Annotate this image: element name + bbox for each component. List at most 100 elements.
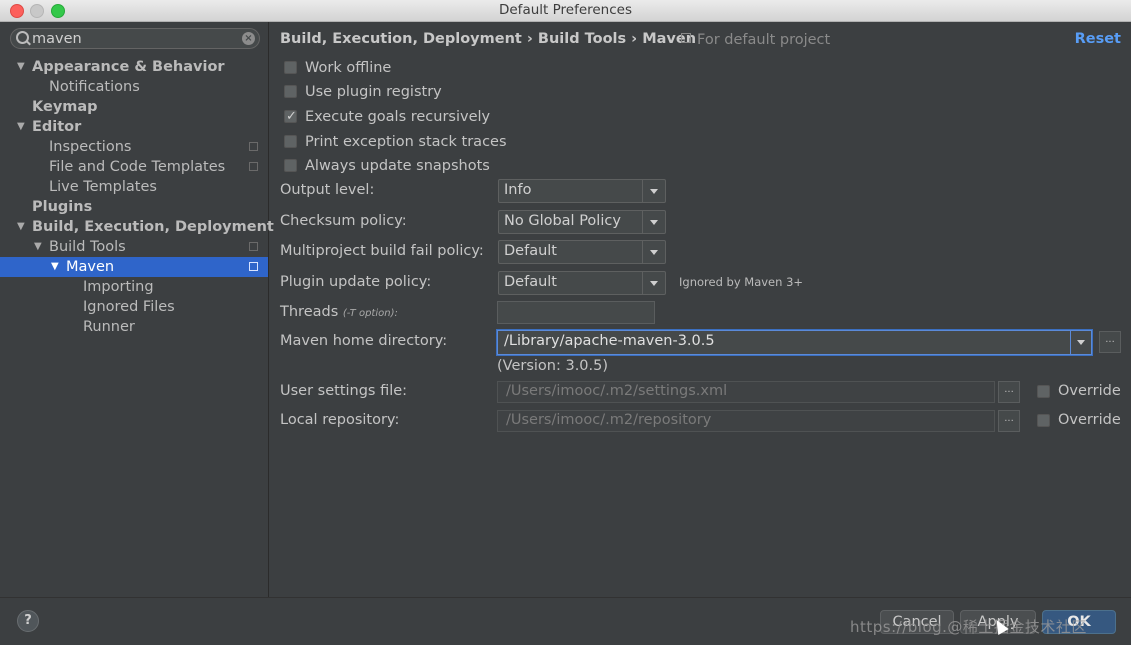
checkbox[interactable] (284, 135, 297, 148)
search-icon (16, 31, 29, 44)
local-repo-override-checkbox[interactable] (1037, 414, 1050, 427)
tree-item-label: Notifications (49, 79, 140, 95)
checkbox-label[interactable]: Always update snapshots (305, 156, 490, 176)
watermark: https://blog.@稀土掘金技术社区 (850, 618, 1087, 636)
tree-item-label: Runner (83, 319, 135, 335)
maven-home-browse-button[interactable]: ... (1099, 331, 1121, 353)
tree-item[interactable]: ▼ Build Tools (0, 237, 268, 257)
tree-item[interactable]: Inspections (0, 137, 268, 157)
help-button[interactable]: ? (17, 610, 39, 632)
expand-arrow-icon[interactable]: ▼ (17, 117, 25, 137)
tree-item[interactable]: Ignored Files (0, 297, 268, 317)
local-repo-override-label[interactable]: Override (1058, 412, 1121, 428)
tree-item[interactable]: ▼ Appearance & Behavior (0, 57, 268, 77)
tree-item[interactable]: ▼ Maven (0, 257, 268, 277)
threads-hint: (-T option): (342, 308, 398, 319)
checkmark-icon: ✓ (286, 109, 297, 124)
output-level-label: Output level: (280, 182, 375, 198)
threads-input[interactable] (497, 301, 655, 324)
plugin-update-note: Ignored by Maven 3+ (679, 275, 804, 289)
checkbox[interactable] (284, 159, 297, 172)
user-settings-override-label[interactable]: Override (1058, 383, 1121, 399)
tree-item[interactable]: ▼ Editor (0, 117, 268, 137)
tree-item[interactable]: Importing (0, 277, 268, 297)
threads-label: Threads (-T option): (280, 304, 398, 320)
user-settings-label: User settings file: (280, 383, 408, 399)
tree-item-label: Ignored Files (83, 299, 175, 315)
project-scope-icon (249, 262, 258, 271)
tree-item-label: File and Code Templates (49, 159, 226, 175)
user-settings-browse-button[interactable]: ... (998, 381, 1020, 403)
tree-item-label: Maven (66, 259, 115, 275)
plugin-update-policy-value: Default (504, 274, 557, 290)
checksum-policy-value: No Global Policy (504, 213, 621, 229)
checksum-policy-select[interactable]: No Global Policy (498, 210, 666, 234)
checkbox[interactable]: ✓ (284, 109, 297, 124)
tree-item[interactable]: Plugins (0, 197, 268, 217)
maven-home-value: /Library/apache-maven-3.0.5 (504, 333, 715, 349)
checkbox-label[interactable]: Print exception stack traces (305, 132, 507, 152)
tree-item-label: Appearance & Behavior (32, 59, 225, 75)
expand-arrow-icon[interactable]: ▼ (17, 217, 25, 237)
output-level-select[interactable]: Info (498, 179, 666, 203)
local-repo-value: /Users/imooc/.m2/repository (506, 412, 712, 428)
local-repo-field[interactable]: /Users/imooc/.m2/repository (497, 410, 995, 432)
window-title: Default Preferences (498, 2, 633, 18)
local-repo-browse-button[interactable]: ... (998, 410, 1020, 432)
user-settings-value: /Users/imooc/.m2/settings.xml (506, 383, 728, 399)
settings-search[interactable]: × (10, 28, 260, 49)
tree-item-label: Importing (83, 279, 154, 295)
maven-home-label: Maven home directory: (280, 333, 448, 349)
plugin-update-policy-label: Plugin update policy: (280, 274, 432, 290)
project-scope-icon (249, 162, 258, 171)
tree-item-label: Editor (32, 119, 82, 135)
tree-item[interactable]: ▼ Build, Execution, Deployment (0, 217, 274, 237)
multiproject-policy-value: Default (504, 243, 557, 259)
tree-item-label: Plugins (32, 199, 93, 215)
maven-home-combo[interactable]: /Library/apache-maven-3.0.5 (497, 330, 1092, 355)
checkbox-label[interactable]: Execute goals recursively (305, 107, 490, 127)
project-scope-icon (249, 242, 258, 251)
project-scope-icon (681, 33, 691, 43)
user-settings-override-checkbox[interactable] (1037, 385, 1050, 398)
user-settings-field[interactable]: /Users/imooc/.m2/settings.xml (497, 381, 995, 403)
maven-version-label: (Version: 3.0.5) (497, 358, 609, 374)
settings-sidebar: × ▼ Appearance & Behavior Notifications Key… (0, 22, 274, 597)
title-bar: Default Preferences (0, 0, 1131, 22)
chevron-down-icon[interactable] (642, 180, 665, 202)
checkbox-label[interactable]: Use plugin registry (305, 82, 442, 102)
clear-search-icon[interactable]: × (242, 32, 255, 45)
tree-item-label: Live Templates (49, 179, 157, 195)
chevron-down-icon[interactable] (1070, 331, 1091, 354)
breadcrumb: Build, Execution, Deployment › Build Too… (280, 31, 697, 47)
search-input[interactable] (32, 30, 232, 47)
tree-item[interactable]: Keymap (0, 97, 268, 117)
tree-item[interactable]: Notifications (0, 77, 268, 97)
expand-arrow-icon[interactable]: ▼ (51, 257, 59, 277)
chevron-down-icon[interactable] (642, 211, 665, 233)
local-repo-label: Local repository: (280, 412, 400, 428)
tree-item[interactable]: File and Code Templates (0, 157, 268, 177)
tree-item[interactable]: Runner (0, 317, 268, 337)
tree-item[interactable]: Live Templates (0, 177, 268, 197)
chevron-down-icon[interactable] (642, 241, 665, 263)
chevron-down-icon[interactable] (642, 272, 665, 294)
output-level-value: Info (504, 182, 532, 198)
checkbox-label[interactable]: Work offline (305, 58, 391, 78)
project-scope-icon (249, 142, 258, 151)
threads-label-text: Threads (280, 304, 339, 320)
checkbox[interactable] (284, 85, 297, 98)
maven-settings-panel: Build, Execution, Deployment › Build Too… (270, 22, 1131, 597)
tree-item-label: Keymap (32, 99, 98, 115)
expand-arrow-icon[interactable]: ▼ (34, 237, 42, 257)
tree-item-label: Build, Execution, Deployment (32, 219, 274, 235)
multiproject-policy-select[interactable]: Default (498, 240, 666, 264)
expand-arrow-icon[interactable]: ▼ (17, 57, 25, 77)
scope-label: For default project (697, 32, 831, 48)
plugin-update-policy-select[interactable]: Default (498, 271, 666, 295)
reset-link[interactable]: Reset (1075, 31, 1121, 47)
multiproject-policy-label: Multiproject build fail policy: (280, 243, 484, 259)
checkbox[interactable] (284, 61, 297, 74)
scope-indicator: For default project (681, 32, 830, 48)
tree-item-label: Inspections (49, 139, 132, 155)
